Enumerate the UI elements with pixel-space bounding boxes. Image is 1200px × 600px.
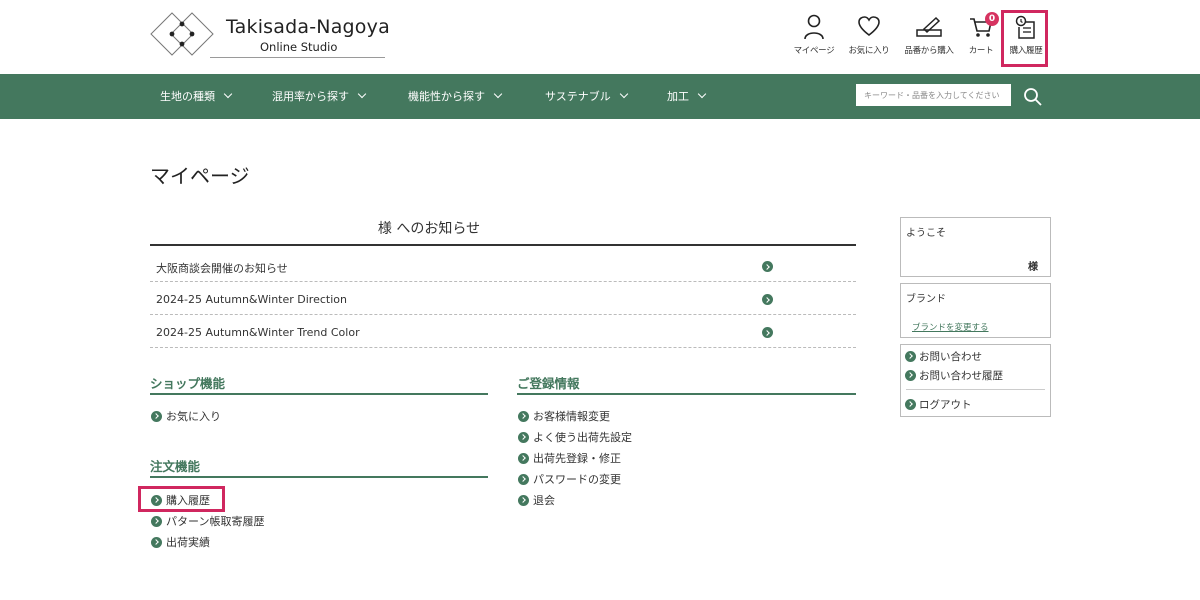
password-change-link[interactable]: パスワードの変更 — [518, 471, 621, 487]
registration-info-heading: ご登録情報 — [517, 373, 856, 395]
pencil-icon — [916, 16, 942, 37]
arrow-right-icon — [905, 369, 916, 381]
heart-icon — [858, 16, 880, 37]
arrow-right-icon — [151, 410, 162, 422]
buy-by-item-number-label: 品番から購入 — [904, 46, 954, 56]
chevron-down-icon — [223, 89, 233, 99]
account-links-box: お問い合わせ お問い合わせ履歴 ログアウト — [900, 344, 1051, 417]
notice-item-text: 大阪商談会開催のお知らせ — [156, 262, 288, 275]
site-logo[interactable]: Takisada-Nagoya Online Studio — [148, 10, 390, 60]
logo-mark-icon — [150, 12, 214, 56]
arrow-right-icon — [762, 327, 773, 338]
favorites-link-label: お気に入り — [166, 410, 221, 423]
logo-underline — [210, 57, 385, 58]
contact-link-label: お問い合わせ — [919, 351, 982, 363]
main-navigation: 生地の種類 混用率から探す 機能性から探す サステナブル 加工 — [0, 74, 1200, 119]
search-icon[interactable] — [1022, 86, 1044, 108]
arrow-right-icon — [762, 261, 773, 272]
arrow-right-icon — [518, 494, 529, 506]
notice-item[interactable]: 2024-25 Autumn&Winter Trend Color — [150, 315, 856, 348]
favorites-button[interactable]: お気に入り — [839, 12, 899, 62]
welcome-box: ようこそ 様 — [900, 217, 1051, 277]
nav-processing-label: 加工 — [667, 90, 689, 103]
arrow-right-icon — [518, 473, 529, 485]
arrow-right-icon — [762, 294, 773, 305]
favorites-link[interactable]: お気に入り — [151, 408, 221, 424]
arrow-right-icon — [151, 536, 162, 548]
arrow-right-icon — [518, 410, 529, 422]
contact-history-link-label: お問い合わせ履歴 — [919, 370, 1003, 382]
arrow-right-icon — [151, 515, 162, 527]
order-functions-heading: 注文機能 — [150, 456, 488, 478]
frequent-shipping-address-link-label: よく使う出荷先設定 — [533, 431, 632, 444]
logo-subtitle: Online Studio — [260, 40, 338, 54]
logout-link-label: ログアウト — [919, 399, 972, 411]
purchase-history-highlight — [1001, 10, 1048, 67]
site-header: Takisada-Nagoya Online Studio マイページ お気に入… — [0, 0, 1200, 74]
nav-blend-ratio[interactable]: 混用率から探す — [272, 74, 367, 119]
search-input[interactable] — [856, 84, 1011, 106]
chevron-down-icon — [619, 89, 629, 99]
nav-sustainable[interactable]: サステナブル — [545, 74, 629, 119]
notice-item[interactable]: 大阪商談会開催のお知らせ — [150, 249, 856, 282]
chevron-down-icon — [357, 89, 367, 99]
notice-heading: 様 へのお知らせ — [150, 218, 856, 246]
brand-box: ブランド ブランドを変更する — [900, 283, 1051, 338]
buy-by-item-number-button[interactable]: 品番から購入 — [899, 12, 959, 62]
arrow-right-icon — [905, 398, 916, 410]
brand-label: ブランド — [906, 294, 946, 305]
change-brand-link[interactable]: ブランドを変更する — [912, 321, 989, 333]
contact-history-link[interactable]: お問い合わせ履歴 — [905, 368, 1003, 383]
frequent-shipping-address-link[interactable]: よく使う出荷先設定 — [518, 429, 632, 445]
notice-heading-text: 様 へのお知らせ — [377, 221, 481, 237]
nav-functionality-label: 機能性から探す — [408, 90, 485, 103]
logout-link[interactable]: ログアウト — [905, 397, 972, 412]
purchase-history-link-highlight — [138, 486, 225, 512]
notice-item[interactable]: 2024-25 Autumn&Winter Direction — [150, 282, 856, 315]
nav-fabric-type[interactable]: 生地の種類 — [160, 74, 233, 119]
logo-title: Takisada-Nagoya — [226, 16, 390, 38]
arrow-right-icon — [518, 452, 529, 464]
welcome-label: ようこそ — [906, 228, 946, 239]
arrow-right-icon — [518, 431, 529, 443]
mypage-button[interactable]: マイページ — [784, 12, 844, 62]
nav-sustainable-label: サステナブル — [545, 90, 611, 103]
favorites-label: お気に入り — [848, 46, 890, 56]
shipment-records-link-label: 出荷実績 — [166, 536, 210, 549]
mypage-label: マイページ — [793, 46, 835, 56]
chevron-down-icon — [697, 89, 707, 99]
nav-fabric-type-label: 生地の種類 — [160, 90, 215, 103]
nav-blend-ratio-label: 混用率から探す — [272, 90, 349, 103]
welcome-suffix: 様 — [1028, 262, 1038, 273]
customer-info-change-link-label: お客様情報変更 — [533, 410, 610, 423]
pattern-book-history-link-label: パターン帳取寄履歴 — [166, 515, 265, 528]
customer-info-change-link[interactable]: お客様情報変更 — [518, 408, 610, 424]
nav-processing[interactable]: 加工 — [667, 74, 707, 119]
sidebar-divider — [906, 389, 1045, 390]
shipment-records-link[interactable]: 出荷実績 — [151, 534, 210, 550]
nav-functionality[interactable]: 機能性から探す — [408, 74, 503, 119]
page-title: マイページ — [150, 164, 250, 188]
shipping-address-edit-link-label: 出荷先登録・修正 — [533, 452, 621, 465]
notice-item-text: 2024-25 Autumn&Winter Direction — [156, 293, 347, 306]
person-icon — [804, 14, 824, 40]
shop-functions-heading: ショップ機能 — [150, 373, 488, 395]
withdraw-membership-link[interactable]: 退会 — [518, 492, 555, 508]
pattern-book-history-link[interactable]: パターン帳取寄履歴 — [151, 513, 264, 529]
withdraw-membership-link-label: 退会 — [533, 494, 555, 507]
contact-link[interactable]: お問い合わせ — [905, 349, 982, 364]
notice-item-text: 2024-25 Autumn&Winter Trend Color — [156, 326, 360, 339]
chevron-down-icon — [493, 89, 503, 99]
shipping-address-edit-link[interactable]: 出荷先登録・修正 — [518, 450, 621, 466]
arrow-right-icon — [905, 350, 916, 362]
password-change-link-label: パスワードの変更 — [533, 473, 621, 486]
